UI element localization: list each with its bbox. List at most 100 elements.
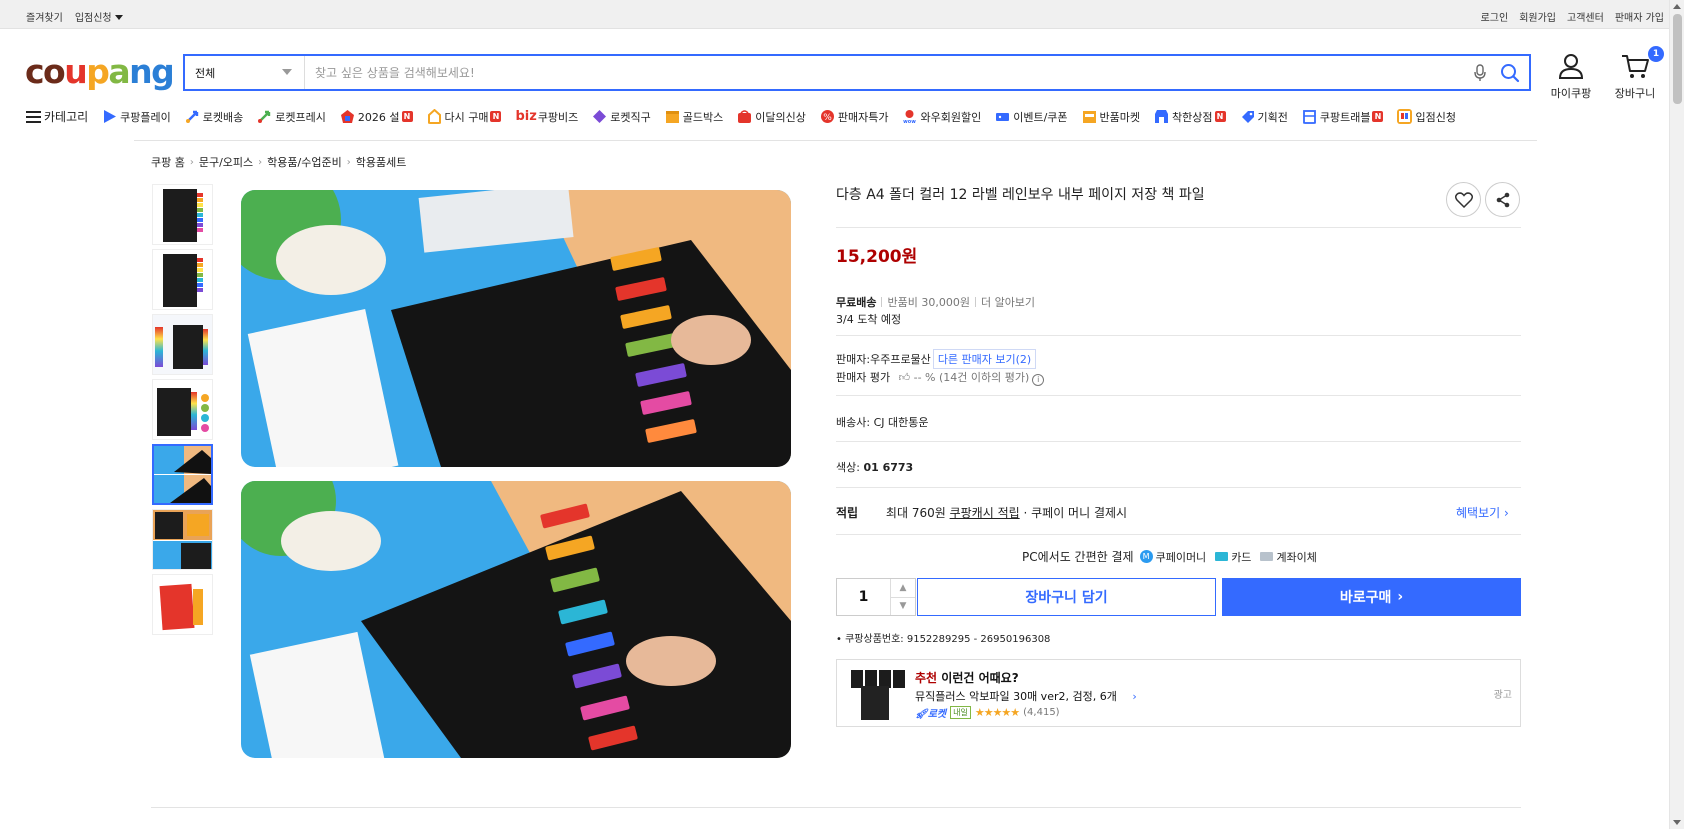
nav-item-label: 로켓직구: [610, 110, 651, 124]
nav-item-apply[interactable]: 입점신청: [1397, 109, 1456, 125]
search-category-select[interactable]: 전체: [185, 56, 305, 89]
cart-icon: [1622, 55, 1649, 78]
carrier-value: CJ 대한통운: [873, 416, 929, 429]
nav-item-label: 골드박스: [682, 110, 724, 124]
nav-item-event-coupon[interactable]: 이벤트/쿠폰: [995, 109, 1068, 125]
product-thumbnail-selected[interactable]: [152, 444, 213, 505]
payment-coupay-money: 쿠페이머니: [1155, 550, 1207, 564]
more-info-link[interactable]: 더 알아보기: [981, 296, 1035, 309]
product-thumbnail[interactable]: [152, 574, 213, 635]
nav-item-good-store[interactable]: 착한상점 N: [1154, 109, 1226, 125]
top-utility-bar: 즐겨찾기 입점신청 로그인 회원가입 고객센터 판매자 가입: [0, 0, 1669, 29]
seller-name[interactable]: 우주프로물산: [870, 353, 931, 366]
bookmark-link[interactable]: 즐겨찾기: [26, 9, 63, 24]
product-number: • 쿠팡상품번호: 9152289295 - 26950196308: [836, 630, 1050, 645]
nav-item-goldbox[interactable]: 골드박스: [665, 109, 723, 125]
seller-apply-dropdown[interactable]: 입점신청: [75, 9, 123, 24]
product-thumbnail[interactable]: [152, 379, 213, 440]
nav-item-new-arrival[interactable]: 이달의신상: [737, 109, 806, 125]
nav-item-label: 와우회원할인: [920, 110, 982, 124]
new-year-icon: [340, 110, 354, 123]
breadcrumb-item[interactable]: 문구/오피스: [199, 154, 253, 170]
nav-item-label: 이달의신상: [755, 110, 806, 124]
seller-signup-link[interactable]: 판매자 가입: [1615, 9, 1664, 24]
scroll-up-icon[interactable]: [1673, 4, 1681, 9]
page-scrollbar[interactable]: [1669, 0, 1684, 829]
buy-now-button[interactable]: 바로구매 ›: [1222, 578, 1521, 616]
travel-icon: [1302, 110, 1316, 124]
nav-item-coupang-biz[interactable]: biz 쿠팡비즈: [515, 109, 578, 125]
category-nav: 카테고리 쿠팡플레이 로켓배송 로켓프레시 2026 설N 다시 구매 N biz…: [26, 108, 1470, 125]
scrollbar-thumb[interactable]: [1673, 14, 1682, 104]
nav-item-label: 2026 설: [357, 110, 400, 124]
product-thumbnail[interactable]: [152, 184, 213, 245]
coupang-cash-link[interactable]: 쿠팡캐시 적립: [950, 506, 1020, 520]
nav-category[interactable]: 카테고리: [26, 108, 88, 125]
rocket-global-icon: [593, 110, 607, 123]
breadcrumb-item[interactable]: 학용품/수업준비: [267, 154, 342, 170]
breadcrumb-item[interactable]: 쿠팡 홈: [151, 154, 185, 170]
benefit-link[interactable]: 혜택보기 ›: [1456, 504, 1509, 521]
nav-item-wow-discount[interactable]: wow 와우회원할인: [902, 109, 981, 125]
customer-center-link[interactable]: 고객센터: [1567, 9, 1604, 24]
color-label: 색상:: [836, 461, 860, 474]
nav-item-rebuy[interactable]: 다시 구매 N: [427, 109, 502, 125]
heart-icon: [1454, 191, 1473, 208]
nav-item-rocket-global[interactable]: 로켓직구: [592, 109, 651, 125]
scroll-down-icon[interactable]: [1673, 820, 1681, 825]
search-category-value: 전체: [195, 66, 216, 80]
bank-icon: [1260, 552, 1274, 561]
search-input[interactable]: [305, 56, 1469, 89]
nav-item-label: 다시 구매: [444, 110, 489, 124]
seller-rating-value: -- % (14건 이하의 평가): [913, 371, 1030, 384]
return-fee: 반품비 30,000원: [887, 296, 970, 309]
signup-link[interactable]: 회원가입: [1519, 9, 1556, 24]
microphone-icon[interactable]: [1469, 62, 1491, 84]
nav-item-rocket-delivery[interactable]: 로켓배송: [185, 109, 243, 125]
payment-bank-transfer: 계좌이체: [1276, 550, 1317, 564]
color-value: 01 6773: [863, 461, 914, 474]
nav-item-coupang-travel[interactable]: 쿠팡트래블 N: [1302, 109, 1384, 125]
dropdown-arrow-icon: [282, 69, 292, 75]
product-title: 다층 A4 폴더 컬러 12 라벨 레인보우 내부 페이지 저장 책 파일: [836, 187, 1205, 203]
card-icon: [1215, 552, 1229, 561]
recommended-product-image: [851, 670, 905, 720]
share-button[interactable]: [1485, 182, 1520, 217]
logo-part: p: [86, 52, 110, 91]
return-market-icon: [1082, 111, 1096, 123]
login-link[interactable]: 로그인: [1481, 9, 1509, 24]
product-thumbnail[interactable]: [152, 314, 213, 375]
other-sellers-button[interactable]: 다른 판매자 보기(2): [932, 349, 1037, 369]
breadcrumb-item[interactable]: 학용품세트: [356, 154, 407, 170]
product-thumbnail[interactable]: [152, 509, 213, 570]
search-icon[interactable]: [1495, 58, 1525, 88]
rocket-badge: 🚀︎로켓: [915, 709, 947, 720]
divider: [836, 441, 1521, 442]
coupang-logo[interactable]: coupang: [25, 52, 175, 91]
chevron-right-icon: ›: [1504, 506, 1509, 520]
quantity-input[interactable]: 1: [837, 579, 891, 615]
nav-item-seller-deal[interactable]: % 판매자특가: [820, 109, 888, 125]
wishlist-button[interactable]: [1446, 182, 1481, 217]
nav-item-promotion[interactable]: 기획전: [1240, 109, 1288, 125]
product-main-image[interactable]: [241, 190, 791, 758]
quantity-up-icon[interactable]: ▲: [891, 579, 915, 598]
nav-divider: [134, 140, 1537, 141]
svg-text:%: %: [823, 113, 832, 123]
product-photo-top: [241, 190, 791, 467]
separator: [881, 297, 883, 307]
cart-button[interactable]: 1 장바구니: [1605, 46, 1665, 101]
separator: [974, 297, 976, 307]
add-to-cart-button[interactable]: 장바구니 담기: [917, 578, 1216, 616]
info-icon[interactable]: i: [1032, 374, 1045, 386]
nav-item-coupang-play[interactable]: 쿠팡플레이: [102, 109, 171, 125]
my-coupang-button[interactable]: 마이쿠팡: [1541, 52, 1601, 101]
nav-item-return-market[interactable]: 반품마켓: [1082, 109, 1140, 125]
nav-category-label: 카테고리: [44, 110, 89, 124]
quantity-down-icon[interactable]: ▼: [891, 598, 915, 616]
product-thumbnail[interactable]: [152, 249, 213, 310]
nav-item-rocket-fresh[interactable]: 로켓프레시: [257, 109, 326, 125]
recommendation-box[interactable]: 추천 이런건 어때요? 뮤직플러스 악보파일 30매 ver2, 검정, 6개 …: [836, 659, 1521, 727]
chevron-right-icon: ›: [346, 156, 351, 168]
nav-item-2026-new-year[interactable]: 2026 설N: [340, 109, 413, 125]
